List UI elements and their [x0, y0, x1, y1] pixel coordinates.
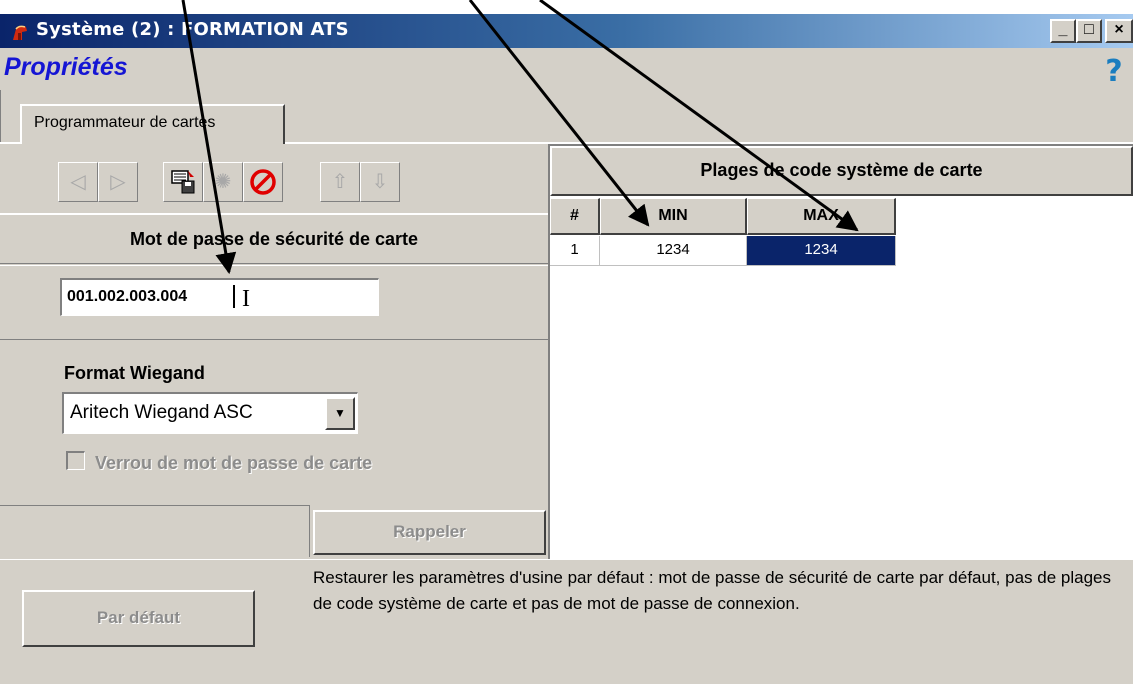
close-button[interactable]: × [1105, 19, 1133, 43]
spartan-helmet-icon [13, 25, 27, 40]
cancel-button[interactable] [243, 162, 283, 202]
dropdown-button[interactable]: ▼ [325, 397, 355, 430]
arrow-left-icon: ◁ [70, 171, 86, 193]
text-caret [233, 285, 235, 308]
maximize-icon: □ [1084, 21, 1094, 38]
minimize-icon: _ [1058, 21, 1068, 38]
next-button[interactable]: ▷ [98, 162, 138, 202]
help-icon[interactable]: ? [1095, 54, 1133, 92]
empty-status-box [0, 505, 310, 557]
code-ranges-heading: Plages de code système de carte [550, 146, 1133, 196]
arrow-down-icon: ⇩ [371, 171, 389, 193]
save-to-card-button[interactable] [163, 162, 203, 202]
move-down-button[interactable]: ⇩ [360, 162, 400, 202]
column-header-max[interactable]: MAX [747, 198, 896, 235]
reset-button[interactable]: ✺ [203, 162, 243, 202]
password-section-heading: Mot de passe de sécurité de carte [0, 213, 548, 264]
tab-card-programmer[interactable]: Programmateur de cartes [20, 104, 285, 144]
prohibited-icon [250, 169, 276, 195]
table-cell-index[interactable]: 1 [550, 236, 600, 266]
chevron-down-icon: ▼ [334, 406, 346, 420]
table-cell-min[interactable]: 1234 [600, 236, 747, 266]
wiegand-format-select[interactable]: Aritech Wiegand ASC ▼ [62, 392, 358, 434]
card-password-input[interactable]: 001.002.003.004 [60, 278, 379, 316]
close-icon: × [1114, 21, 1124, 38]
password-lock-checkbox[interactable] [66, 451, 85, 470]
minimize-button[interactable]: _ [1050, 19, 1076, 43]
column-header-min[interactable]: MIN [600, 198, 747, 235]
card-settings-panel [0, 144, 550, 559]
password-lock-label: Verrou de mot de passe de carte [95, 453, 373, 473]
maximize-button[interactable]: □ [1076, 19, 1102, 43]
previous-button[interactable]: ◁ [58, 162, 98, 202]
burst-icon: ✺ [214, 171, 232, 193]
ibeam-cursor-icon: I [242, 286, 250, 312]
wiegand-format-label: Format Wiegand [64, 363, 205, 383]
factory-default-description: Restaurer les paramètres d'usine par déf… [313, 568, 1111, 613]
window-title: Système (2) : FORMATION ATS [36, 19, 349, 40]
card-save-icon [171, 170, 195, 194]
properties-header [0, 48, 1133, 90]
title-bar[interactable]: Système (2) : FORMATION ATS [0, 14, 1133, 48]
column-header-index[interactable]: # [550, 198, 600, 235]
tab-label: Programmateur de cartes [34, 114, 216, 131]
page-title: Propriétés [4, 53, 128, 81]
wiegand-selected-value: Aritech Wiegand ASC [70, 402, 253, 423]
recall-button[interactable]: Rappeler [313, 510, 546, 555]
arrow-right-icon: ▷ [110, 171, 126, 193]
arrow-up-icon: ⇧ [331, 171, 349, 193]
table-cell-max-selected[interactable]: 1234 [747, 236, 896, 266]
factory-default-button[interactable]: Par défaut [22, 590, 255, 647]
move-up-button[interactable]: ⇧ [320, 162, 360, 202]
